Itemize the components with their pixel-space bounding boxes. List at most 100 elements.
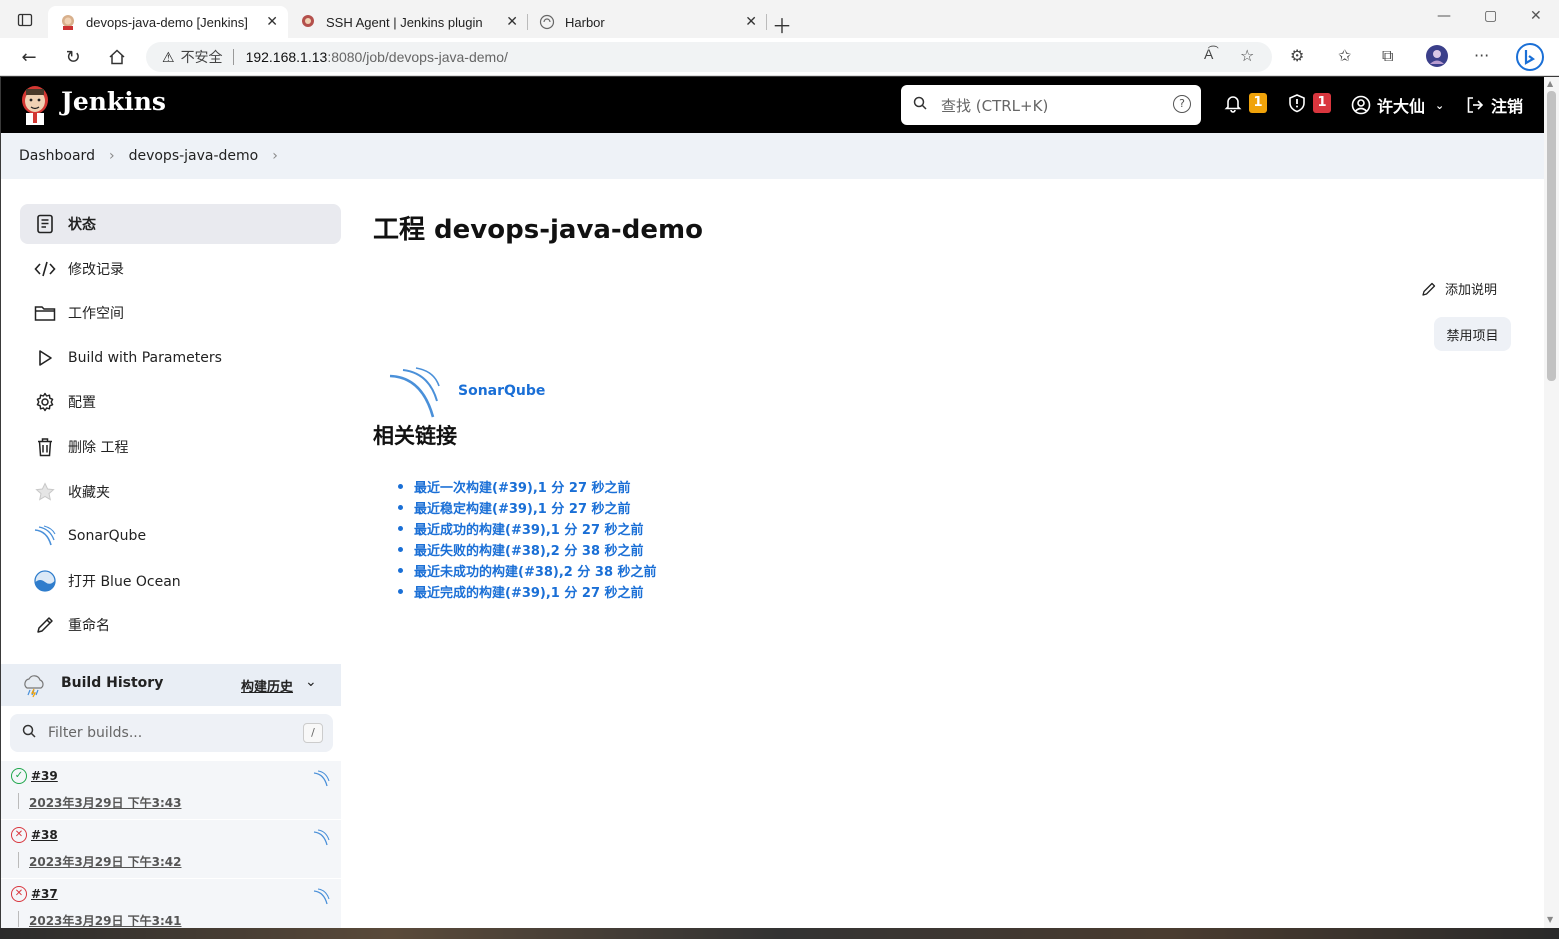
tab-actions-icon[interactable] xyxy=(13,8,37,32)
close-window-icon[interactable]: ✕ xyxy=(1530,8,1542,24)
logout-icon xyxy=(1467,97,1484,113)
permalink-last-unsuccessful[interactable]: 最近未成功的构建(#38),2 分 38 秒之前 xyxy=(398,560,657,581)
bing-chat-icon[interactable] xyxy=(1515,42,1545,76)
bullet xyxy=(398,526,403,531)
browser-tab-jenkins[interactable]: devops-java-demo [Jenkins] ✕ xyxy=(48,6,288,38)
build-number-link[interactable]: #37 xyxy=(31,887,58,901)
sidebar-item-favorite[interactable]: 收藏夹 xyxy=(20,472,341,512)
permalink-last-build[interactable]: 最近一次构建(#39),1 分 27 秒之前 xyxy=(398,476,657,497)
build-date-link[interactable]: 2023年3月29日 下午3:41 xyxy=(29,912,181,928)
permalink-text[interactable]: 最近未成功的构建(#38),2 分 38 秒之前 xyxy=(414,561,657,580)
close-tab-icon[interactable]: ✕ xyxy=(745,14,757,30)
help-icon[interactable]: ? xyxy=(1173,95,1191,113)
extensions-icon[interactable]: ⚙ xyxy=(1290,46,1304,65)
permalink-last-failed[interactable]: 最近失败的构建(#38),2 分 38 秒之前 xyxy=(398,539,657,560)
permalink-last-stable[interactable]: 最近稳定构建(#39),1 分 27 秒之前 xyxy=(398,497,657,518)
close-tab-icon[interactable]: ✕ xyxy=(266,14,278,30)
sonarqube-link[interactable]: SonarQube xyxy=(458,383,545,399)
permalink-last-successful[interactable]: 最近成功的构建(#39),1 分 27 秒之前 xyxy=(398,518,657,539)
logout-button[interactable]: 注销 xyxy=(1465,93,1523,117)
chevron-right-icon: › xyxy=(108,148,115,164)
warning-icon: ⚠ xyxy=(162,48,175,65)
jenkins-logo-icon[interactable] xyxy=(19,85,51,125)
read-aloud-icon[interactable]: A͡ xyxy=(1204,46,1213,62)
sidebar-item-label: 配置 xyxy=(68,395,96,411)
breadcrumb-dashboard[interactable]: Dashboard xyxy=(19,148,95,164)
home-icon[interactable] xyxy=(106,46,128,68)
sidebar-item-workspace[interactable]: 工作空间 xyxy=(20,293,341,333)
permalink-text[interactable]: 最近完成的构建(#39),1 分 27 秒之前 xyxy=(414,582,644,601)
scrollbar-thumb[interactable] xyxy=(1547,91,1556,381)
search-icon xyxy=(913,96,927,114)
build-row[interactable]: ✕ #38 2023年3月29日 下午3:42 xyxy=(1,820,341,878)
maximize-window-icon[interactable]: ▢ xyxy=(1484,8,1497,24)
breadcrumb: Dashboard › devops-java-demo › xyxy=(1,133,1544,179)
profile-avatar[interactable] xyxy=(1425,44,1449,72)
bullet xyxy=(398,589,403,594)
build-row[interactable]: ✓ #39 2023年3月29日 下午3:43 xyxy=(1,761,341,819)
back-arrow-icon[interactable]: ← xyxy=(18,46,40,68)
chevron-right-icon[interactable]: › xyxy=(272,148,278,164)
chevron-down-icon[interactable]: ⌄ xyxy=(305,674,317,690)
build-date-link[interactable]: 2023年3月29日 下午3:42 xyxy=(29,853,181,870)
shield-icon xyxy=(1289,94,1305,113)
failed-x-icon: ✕ xyxy=(11,886,27,902)
sidebar-item-build-with-parameters[interactable]: Build with Parameters xyxy=(20,338,341,378)
permalink-text[interactable]: 最近失败的构建(#38),2 分 38 秒之前 xyxy=(414,540,644,559)
filter-builds-input[interactable]: Filter builds... / xyxy=(10,714,333,752)
refresh-icon[interactable]: ↻ xyxy=(62,46,84,68)
permalinks-list: 最近一次构建(#39),1 分 27 秒之前 最近稳定构建(#39),1 分 2… xyxy=(398,476,657,602)
build-date-link[interactable]: 2023年3月29日 下午3:43 xyxy=(29,794,181,811)
trash-icon xyxy=(34,436,56,458)
sidebar-item-rename[interactable]: 重命名 xyxy=(20,605,341,645)
browser-tab-harbor[interactable]: Harbor ✕ xyxy=(527,6,767,38)
search-input[interactable]: 查找 (CTRL+K) ? xyxy=(901,85,1201,125)
search-icon xyxy=(22,724,36,742)
jenkins-plugin-favicon-icon xyxy=(300,14,316,30)
jenkins-header: Jenkins 查找 (CTRL+K) ? 1 1 许大仙 ⌄ 注销 xyxy=(1,77,1544,133)
jenkins-brand[interactable]: Jenkins xyxy=(61,87,166,116)
favorite-add-icon[interactable]: ☆ xyxy=(1240,46,1254,65)
scroll-down-arrow-icon[interactable]: ▼ xyxy=(1547,915,1553,924)
sonarqube-icon[interactable] xyxy=(313,769,331,787)
breadcrumb-job[interactable]: devops-java-demo xyxy=(129,148,259,164)
new-tab-button[interactable]: ＋ xyxy=(772,10,792,39)
sidebar-item-delete-project[interactable]: 删除 工程 xyxy=(20,427,341,467)
browser-tab-ssh-agent[interactable]: SSH Agent | Jenkins plugin ✕ xyxy=(288,6,528,38)
page-scrollbar[interactable]: ▲ ▼ xyxy=(1544,77,1559,928)
sidebar-item-changes[interactable]: 修改记录 xyxy=(20,249,341,289)
build-row[interactable]: ✕ #37 2023年3月29日 下午3:41 xyxy=(1,879,341,928)
url-field[interactable]: ⚠ 不安全 192.168.1.13 :8080/job/devops-java… xyxy=(146,42,1272,72)
close-tab-icon[interactable]: ✕ xyxy=(506,14,518,30)
notifications-button[interactable]: 1 xyxy=(1223,93,1267,113)
disable-project-button[interactable]: 禁用项目 xyxy=(1434,317,1511,351)
build-trend-link[interactable]: 构建历史 xyxy=(241,676,293,695)
sidebar-item-blue-ocean[interactable]: 打开 Blue Ocean xyxy=(20,561,341,601)
favorites-icon[interactable]: ✩ xyxy=(1338,46,1351,65)
permalink-text[interactable]: 最近一次构建(#39),1 分 27 秒之前 xyxy=(414,477,631,496)
sidebar-item-configure[interactable]: 配置 xyxy=(20,382,341,422)
build-number-link[interactable]: #39 xyxy=(31,769,58,783)
sonarqube-icon[interactable] xyxy=(313,828,331,846)
sonarqube-icon[interactable] xyxy=(313,887,331,905)
related-links-heading: 相关链接 xyxy=(373,424,457,448)
permalink-last-completed[interactable]: 最近完成的构建(#39),1 分 27 秒之前 xyxy=(398,581,657,602)
permalink-text[interactable]: 最近稳定构建(#39),1 分 27 秒之前 xyxy=(414,498,631,517)
bullet xyxy=(398,547,403,552)
more-menu-icon[interactable]: ··· xyxy=(1474,46,1489,65)
security-warnings-button[interactable]: 1 xyxy=(1287,93,1331,113)
logout-label: 注销 xyxy=(1491,97,1524,116)
scroll-up-arrow-icon[interactable]: ▲ xyxy=(1547,79,1553,88)
sidebar-item-sonarqube[interactable]: SonarQube xyxy=(20,516,341,556)
user-menu[interactable]: 许大仙 ⌄ xyxy=(1351,93,1444,117)
tab-title: devops-java-demo [Jenkins] xyxy=(86,14,248,30)
sidebar-item-status[interactable]: 状态 xyxy=(20,204,341,244)
collections-icon[interactable]: ⧉ xyxy=(1382,46,1393,66)
build-number-link[interactable]: #38 xyxy=(31,828,58,842)
permalink-text[interactable]: 最近成功的构建(#39),1 分 27 秒之前 xyxy=(414,519,644,538)
weather-cloud-icon xyxy=(21,673,47,703)
minimize-window-icon[interactable]: — xyxy=(1437,8,1451,24)
success-check-icon: ✓ xyxy=(11,768,27,784)
add-description-link[interactable]: 添加说明 xyxy=(1421,279,1497,298)
play-icon xyxy=(34,347,56,369)
